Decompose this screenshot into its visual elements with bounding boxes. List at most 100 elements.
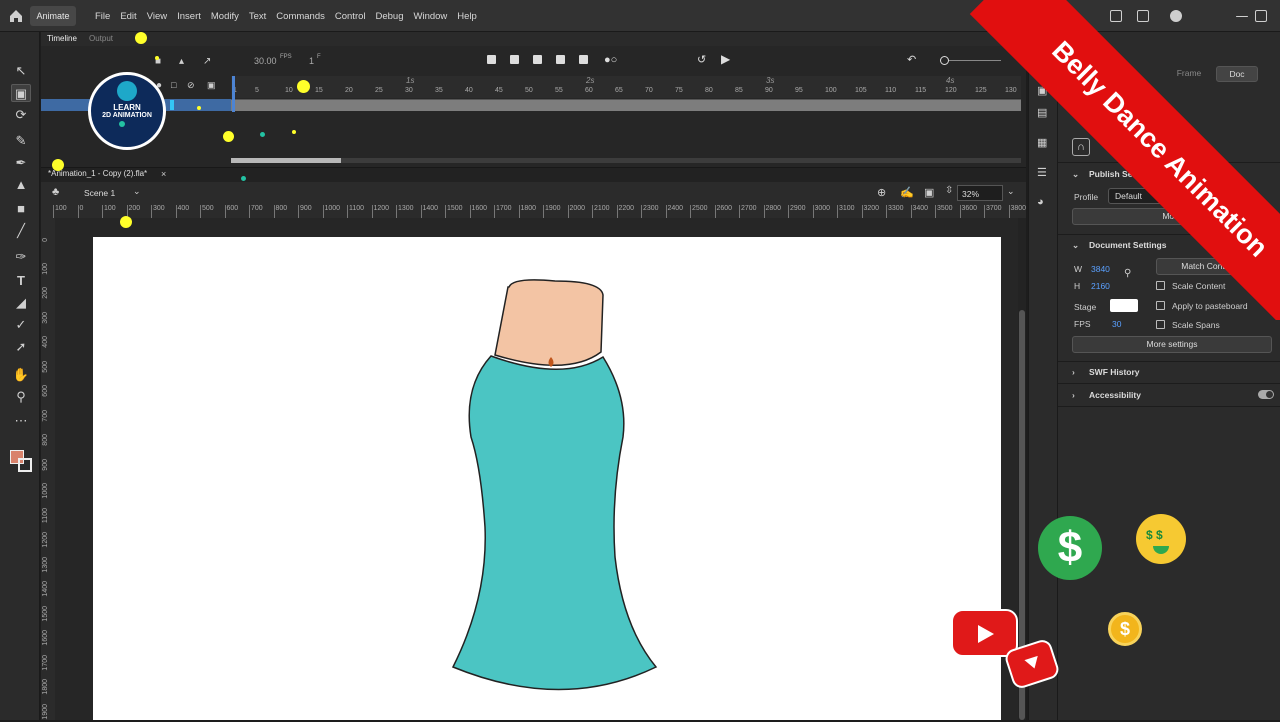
lasso-tool-icon[interactable]: ⟳ — [12, 106, 30, 124]
rotate-stage-icon[interactable]: ✍ — [900, 186, 914, 199]
eye-icon[interactable]: ⊘ — [187, 80, 195, 91]
menu-text[interactable]: Text — [244, 11, 271, 22]
tab-output[interactable]: Output — [89, 34, 113, 43]
test-movie-icon[interactable] — [1170, 10, 1182, 22]
frame-icon[interactable] — [533, 55, 542, 64]
home-icon[interactable] — [8, 8, 24, 24]
menu-modify[interactable]: Modify — [206, 11, 244, 22]
pin-tool-icon[interactable]: ➚ — [12, 338, 30, 356]
height-value[interactable]: 2160 — [1091, 281, 1110, 291]
vertical-ruler: 0 100 200 300 400 500 600 700 800 900 1000 1100 1200… — [41, 218, 55, 720]
menu-view[interactable]: View — [142, 11, 172, 22]
link-dimensions-icon[interactable]: ⚲ — [1124, 268, 1131, 279]
frame-readout[interactable]: 1 — [309, 56, 314, 66]
tab-frame[interactable]: Frame — [1168, 66, 1210, 82]
belly-dancer-drawing[interactable] — [93, 237, 1001, 720]
onion-skin-icon[interactable]: ●○ — [604, 54, 617, 66]
play-icon[interactable]: ▶ — [721, 52, 730, 66]
menu-commands[interactable]: Commands — [271, 11, 330, 22]
ruler-tick-label: 2200 — [616, 205, 634, 218]
pen-tool-icon[interactable]: ✑ — [12, 248, 30, 266]
maximize-icon[interactable] — [1255, 10, 1267, 22]
hand-tool-icon[interactable]: ✋ — [12, 366, 30, 384]
zoom-slider-handle[interactable] — [940, 56, 949, 65]
timeline-scroll-thumb[interactable] — [231, 158, 341, 163]
menu-control[interactable]: Control — [330, 11, 371, 22]
close-tab-icon[interactable]: × — [161, 169, 166, 179]
blank-keyframe-icon[interactable] — [510, 55, 519, 64]
frame-span[interactable] — [231, 99, 1021, 111]
stage[interactable] — [93, 237, 1001, 720]
selection-tool-icon[interactable]: ↖ — [12, 62, 30, 80]
timeline-scrollbar[interactable] — [231, 158, 1021, 163]
loop-icon[interactable]: ↺ — [697, 53, 706, 66]
scene-icon[interactable]: ♣ — [52, 186, 59, 198]
document-tab[interactable]: *Animation_1 - Copy (2).fla* — [44, 169, 151, 182]
stage-color-swatch[interactable] — [1110, 299, 1138, 312]
brush-tool-icon[interactable]: ✎ — [12, 132, 30, 150]
match-contents-button[interactable]: Match Contents — [1156, 258, 1266, 275]
eraser-tool-icon[interactable]: ▲ — [12, 176, 30, 194]
color-panel-icon[interactable]: ▣ — [1037, 84, 1047, 97]
menu-edit[interactable]: Edit — [115, 11, 141, 22]
undo-icon[interactable]: ↶ — [907, 53, 916, 66]
graph-icon[interactable]: ↗ — [203, 56, 211, 67]
rectangle-tool-icon[interactable]: ■ — [12, 200, 30, 218]
scene-name[interactable]: Scene 1 — [84, 188, 115, 198]
tab-timeline[interactable]: Timeline — [47, 34, 77, 43]
clip-icon[interactable]: ▣ — [924, 186, 934, 199]
more-settings-button[interactable]: More settings — [1072, 336, 1272, 353]
more-button[interactable]: More — [1072, 208, 1272, 225]
scale-content-checkbox[interactable] — [1156, 281, 1165, 290]
chevron-down-icon[interactable]: ⌄ — [133, 186, 141, 197]
fps-value[interactable]: 30 — [1112, 319, 1121, 329]
outline-icon[interactable]: □ — [171, 80, 176, 90]
zoom-stepper-icon[interactable]: ⇳ — [945, 185, 953, 196]
magnet-icon[interactable]: ∩ — [1072, 138, 1090, 156]
menu-file[interactable]: File — [90, 11, 115, 22]
library-panel-icon[interactable]: ▤ — [1037, 106, 1047, 119]
zoom-field[interactable]: 32% — [957, 185, 1003, 201]
assets-panel-icon[interactable]: ▦ — [1037, 136, 1047, 149]
menu-insert[interactable]: Insert — [172, 11, 206, 22]
more-tools-icon[interactable]: ⋯ — [12, 412, 30, 430]
width-value[interactable]: 3840 — [1091, 264, 1110, 274]
menu-debug[interactable]: Debug — [371, 11, 409, 22]
chevron-right-icon: › — [1072, 367, 1075, 377]
layer-depth-icon[interactable]: ▴ — [179, 56, 184, 67]
zoom-dropdown-icon[interactable]: ⌄ — [1007, 186, 1015, 197]
apply-pasteboard-checkbox[interactable] — [1156, 301, 1165, 310]
paint-bucket-tool-icon[interactable]: ◢ — [12, 294, 30, 312]
menu-window[interactable]: Window — [409, 11, 453, 22]
scale-spans-checkbox[interactable] — [1156, 320, 1165, 329]
app-name-tab[interactable]: Animate — [30, 6, 76, 26]
paint-brush-tool-icon[interactable]: ✒ — [12, 154, 30, 172]
text-tool-icon[interactable]: T — [12, 272, 30, 290]
insert-keyframe-icon[interactable] — [487, 55, 496, 64]
tween-icon[interactable] — [556, 55, 565, 64]
line-tool-icon[interactable]: ╱ — [12, 222, 30, 240]
accessibility-toggle[interactable] — [1258, 390, 1274, 399]
menu-help[interactable]: Help — [452, 11, 482, 22]
zoom-tool-icon[interactable]: ⚲ — [12, 388, 30, 406]
lock-icon[interactable]: ▣ — [207, 80, 216, 91]
free-transform-tool-icon[interactable]: ▣ — [11, 84, 31, 102]
center-stage-icon[interactable]: ⊕ — [877, 186, 886, 199]
fps-readout[interactable]: 30.00 — [254, 56, 277, 66]
minimize-icon[interactable] — [1236, 16, 1248, 17]
playhead[interactable] — [232, 76, 235, 112]
stroke-color-swatch[interactable] — [18, 458, 32, 472]
transform-panel-icon[interactable]: ◕ — [1037, 196, 1044, 208]
timeline-ruler[interactable]: 1s 2s 3s 4s 1510152025303540455055606570… — [231, 76, 1021, 98]
panel-icon[interactable] — [1137, 10, 1149, 22]
share-icon[interactable] — [1110, 10, 1122, 22]
frame-number: 25 — [375, 87, 383, 94]
ruler-tick-label: 400 — [42, 336, 49, 348]
dollar-coin-icon: $ — [1038, 516, 1102, 580]
profile-select[interactable]: Default — [1108, 188, 1188, 204]
sparkle-dot — [135, 32, 147, 44]
align-panel-icon[interactable]: ☰ — [1037, 166, 1047, 179]
tab-doc[interactable]: Doc — [1216, 66, 1258, 82]
delete-frame-icon[interactable] — [579, 55, 588, 64]
eyedropper-tool-icon[interactable]: ✓ — [12, 316, 30, 334]
